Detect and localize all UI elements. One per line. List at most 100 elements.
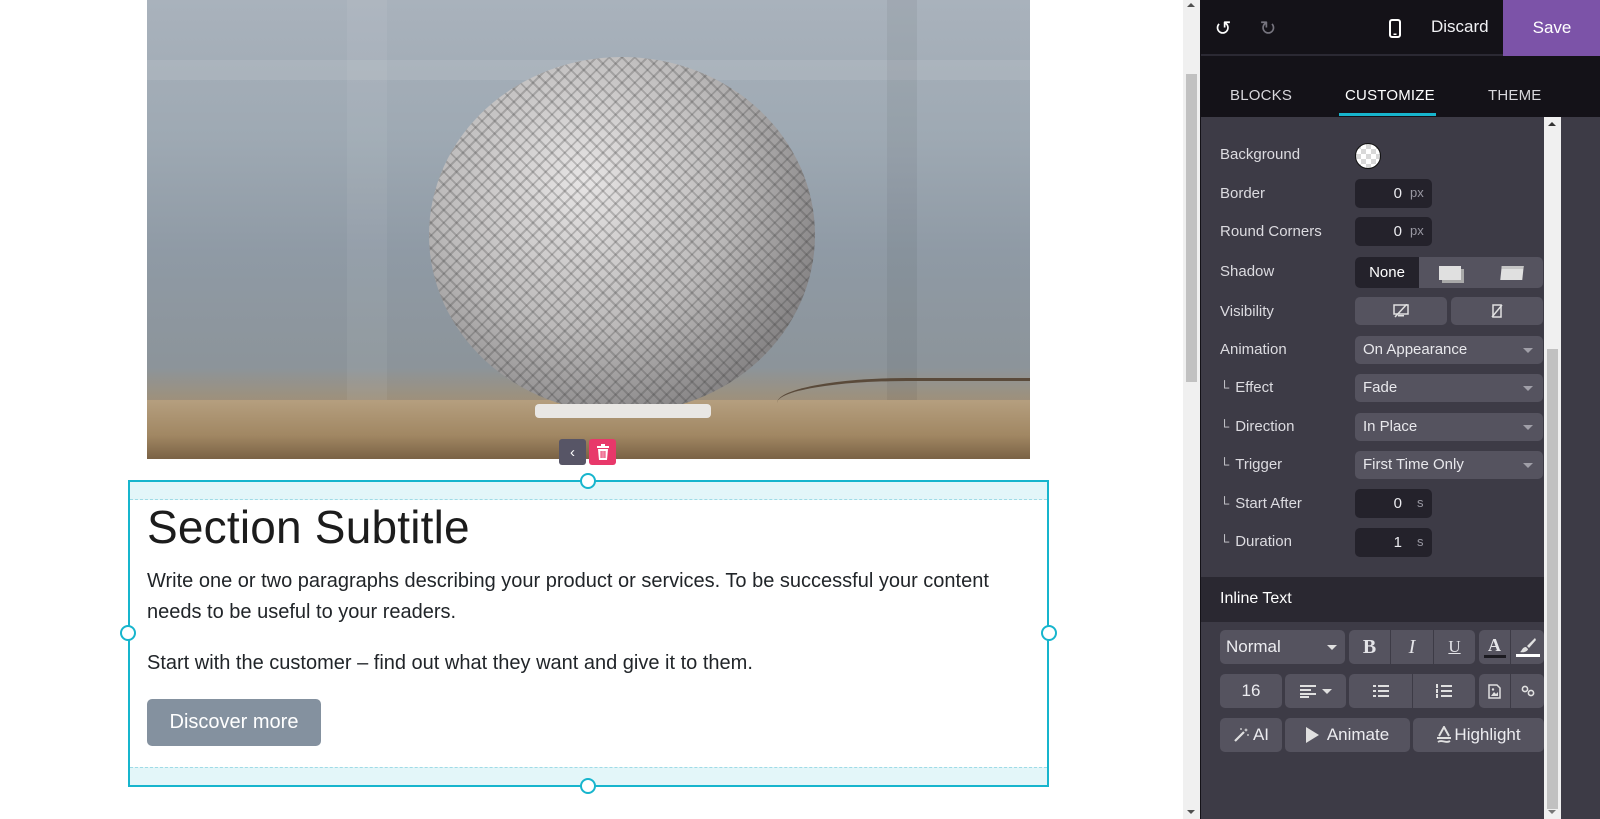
product-image[interactable] xyxy=(147,0,1030,459)
editor-topbar: ↺ ↻ Discard Save xyxy=(1201,0,1600,56)
numbered-list-button[interactable] xyxy=(1413,674,1475,708)
resize-handle-top[interactable] xyxy=(580,473,596,489)
scroll-down-arrow-icon[interactable] xyxy=(1187,810,1195,814)
shadow-label: Shadow xyxy=(1220,263,1275,280)
panel-tabs: BLOCKS CUSTOMIZE THEME xyxy=(1201,56,1600,117)
hide-on-mobile-button[interactable] xyxy=(1451,297,1543,325)
discover-more-button[interactable]: Discover more xyxy=(147,699,321,746)
direction-select[interactable]: In Place xyxy=(1355,413,1543,441)
background-color-picker[interactable] xyxy=(1355,143,1381,169)
caret-down-icon xyxy=(1321,688,1332,694)
image-backdrop xyxy=(347,0,387,459)
scrollbar-thumb[interactable] xyxy=(1186,74,1197,382)
image-file-icon xyxy=(1488,683,1501,699)
move-back-button[interactable]: ‹ xyxy=(559,439,586,465)
effect-label: └ Effect xyxy=(1220,379,1273,396)
redo-icon: ↻ xyxy=(1259,17,1277,40)
page-scrollbar[interactable] xyxy=(1183,0,1200,819)
panel-scrollbar-thumb[interactable] xyxy=(1547,349,1558,809)
insert-link-button[interactable] xyxy=(1511,674,1544,708)
border-label: Border xyxy=(1220,185,1266,202)
italic-icon: I xyxy=(1408,635,1416,658)
tab-customize[interactable]: CUSTOMIZE xyxy=(1345,87,1435,104)
duration-label-text: Duration xyxy=(1235,533,1292,550)
resize-handle-right[interactable] xyxy=(1041,625,1057,641)
trigger-select[interactable]: First Time Only xyxy=(1355,451,1543,479)
image-toolbar: ‹ xyxy=(559,439,616,465)
scroll-down-arrow-icon[interactable] xyxy=(1548,810,1556,814)
effect-value: Fade xyxy=(1363,379,1398,396)
start-after-value: 0 xyxy=(1393,495,1402,512)
image-speaker-mesh xyxy=(429,57,815,413)
resize-handle-left[interactable] xyxy=(120,625,136,641)
mobile-preview-button[interactable] xyxy=(1382,15,1408,41)
duration-unit: s xyxy=(1417,534,1424,549)
tab-blocks[interactable]: BLOCKS xyxy=(1230,87,1292,104)
ai-button[interactable]: AI xyxy=(1220,718,1282,752)
border-value: 0 xyxy=(1393,185,1402,202)
italic-button[interactable]: I xyxy=(1391,630,1434,664)
shadow-inset-option[interactable] xyxy=(1481,257,1543,288)
background-color-button[interactable] xyxy=(1511,630,1544,664)
underline-button[interactable]: U xyxy=(1434,630,1475,664)
animate-button[interactable]: Animate xyxy=(1285,718,1410,752)
text-style-select[interactable]: Normal xyxy=(1220,630,1345,664)
font-color-button[interactable]: A xyxy=(1479,630,1511,664)
font-size-input[interactable]: 16 xyxy=(1220,674,1282,708)
duration-value: 1 xyxy=(1393,534,1402,551)
start-after-input[interactable]: 0 s xyxy=(1355,489,1432,518)
animate-label: Animate xyxy=(1326,725,1390,744)
text-align-dropdown[interactable] xyxy=(1285,674,1346,708)
image-speaker-base xyxy=(535,404,711,418)
mobile-hidden-icon xyxy=(1491,304,1503,318)
hide-on-desktop-button[interactable] xyxy=(1355,297,1447,325)
animation-select[interactable]: On Appearance xyxy=(1355,336,1543,364)
tab-theme[interactable]: THEME xyxy=(1488,87,1542,104)
highlight-button[interactable]: Highlight xyxy=(1413,718,1544,752)
insert-media-button[interactable] xyxy=(1479,674,1511,708)
website-canvas: ‹ Section Subtitle Write one or two para… xyxy=(0,0,1200,819)
section-title[interactable]: Section Subtitle xyxy=(147,500,470,554)
shadow-outset-option[interactable] xyxy=(1419,257,1481,288)
duration-input[interactable]: 1 s xyxy=(1355,528,1432,557)
sub-option-marker: └ xyxy=(1220,419,1230,434)
duration-label: └ Duration xyxy=(1220,533,1292,550)
sub-option-marker: └ xyxy=(1220,496,1230,511)
round-corners-input[interactable]: 0 px xyxy=(1355,217,1432,246)
delete-button[interactable] xyxy=(589,439,616,465)
section-paragraph[interactable]: Start with the customer – find out what … xyxy=(147,648,1027,678)
ai-label: AI xyxy=(1252,725,1270,744)
scroll-up-arrow-icon[interactable] xyxy=(1187,3,1195,7)
shadow-none-option[interactable]: None xyxy=(1355,257,1419,288)
caret-down-icon xyxy=(1523,463,1533,468)
section-paragraph[interactable]: Write one or two paragraphs describing y… xyxy=(147,566,1027,627)
direction-label: └ Direction xyxy=(1220,418,1294,435)
discard-button[interactable]: Discard xyxy=(1431,0,1489,54)
mobile-icon xyxy=(1389,18,1401,38)
border-unit: px xyxy=(1410,185,1424,200)
bold-button[interactable]: B xyxy=(1349,630,1391,664)
trash-icon xyxy=(596,444,609,460)
image-cable xyxy=(777,378,1030,428)
text-format-group: B I U xyxy=(1349,630,1475,664)
start-after-label-text: Start After xyxy=(1235,495,1302,512)
scroll-up-arrow-icon[interactable] xyxy=(1548,122,1556,126)
undo-button[interactable]: ↺ xyxy=(1210,15,1236,41)
visibility-label: Visibility xyxy=(1220,303,1274,320)
background-label: Background xyxy=(1220,146,1301,163)
bulleted-list-button[interactable] xyxy=(1349,674,1413,708)
inset-shadow-icon xyxy=(1500,265,1524,280)
redo-button[interactable]: ↻ xyxy=(1255,15,1281,41)
play-icon xyxy=(1305,727,1319,743)
panel-scrollbar[interactable] xyxy=(1544,117,1561,819)
underline-icon: U xyxy=(1448,637,1461,656)
direction-label-text: Direction xyxy=(1235,418,1295,435)
effect-select[interactable]: Fade xyxy=(1355,374,1543,402)
caret-down-icon xyxy=(1327,645,1337,650)
resize-handle-bottom[interactable] xyxy=(580,778,596,794)
highlight-color-swatch xyxy=(1515,654,1540,657)
border-width-input[interactable]: 0 px xyxy=(1355,179,1432,208)
caret-down-icon xyxy=(1523,425,1533,430)
save-button[interactable]: Save xyxy=(1503,0,1600,56)
outset-shadow-icon xyxy=(1439,265,1461,280)
